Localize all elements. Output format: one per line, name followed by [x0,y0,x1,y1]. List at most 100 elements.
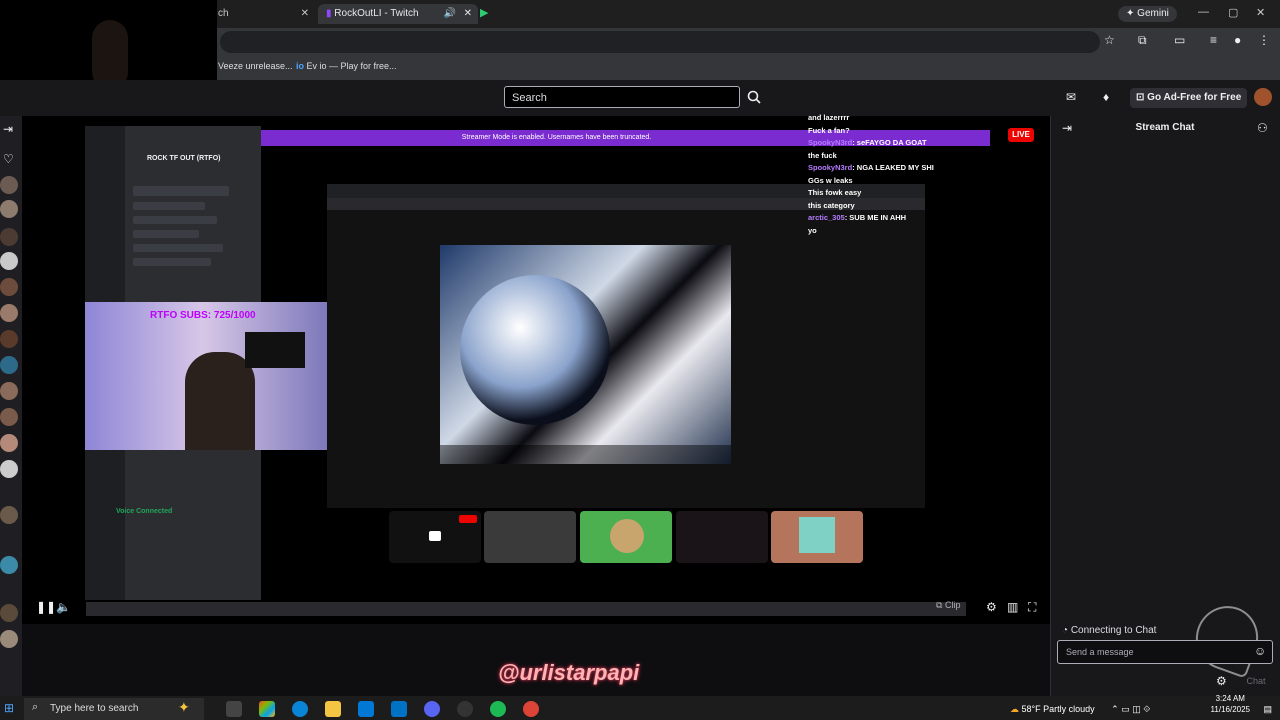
bookmark-item[interactable]: io Ev io — Play for free... [296,61,397,71]
tray-icons[interactable]: ⌃ ▭ ◫ ⟐ [1111,704,1150,714]
bookmark-item[interactable]: Veeze unrelease... [218,61,293,71]
user-avatar[interactable] [1254,88,1272,106]
bookmark-star-icon[interactable]: ☆ [1104,33,1115,47]
channel-avatar[interactable] [0,200,18,218]
tab-title: RockOutLI - Twitch [334,8,419,19]
clock-time: 3:24 AM [1215,694,1245,703]
overlay-chat-line: this category [808,200,855,210]
channel-avatar[interactable] [0,382,18,400]
speaker-icon[interactable]: 🔊 [444,4,456,24]
new-tab-icon[interactable]: ▶ [480,6,494,20]
theatre-mode-icon[interactable]: ▥ [1007,600,1018,614]
discord-tile-user [676,511,768,563]
overlay-chat-line: This fowk easy [808,188,862,197]
overlay-chat-line: the fuck [808,150,837,160]
overlay-chat-line: SpookyN3rd: seFAYGO DA GOAT [808,138,927,147]
taskbar-search[interactable]: Type here to search [24,698,204,720]
live-badge: LIVE [1008,128,1034,142]
heart-icon[interactable]: ♡ [3,152,14,166]
volume-icon[interactable]: 🔈 [56,600,71,614]
channel-avatar[interactable] [0,556,18,574]
expand-rail-icon[interactable]: ⇥ [3,122,13,136]
close-window-icon[interactable]: ✕ [1256,6,1265,19]
clip-button[interactable]: ⧉ Clip [936,600,960,611]
address-bar[interactable] [220,31,1100,53]
extensions-icon[interactable]: ⧉ [1138,33,1147,48]
channel-avatar[interactable] [0,356,18,374]
browser-tab[interactable]: ch ✕ [210,4,315,24]
go-ad-free-button[interactable]: ⊡ Go Ad-Free for Free [1130,88,1248,108]
chat-message-input[interactable]: Send a message [1057,640,1273,664]
edge-icon[interactable] [292,701,308,717]
overlay-chat-line: SpookyN3rd: NGA LEAKED MY SHI [808,163,934,172]
obs-icon[interactable] [457,701,473,717]
fullscreen-icon[interactable]: ⛶ [1028,600,1036,615]
inbox-icon[interactable]: ✉ [1066,90,1076,104]
store-icon[interactable] [358,701,374,717]
channel-avatar[interactable] [0,252,18,270]
browser-tab-active[interactable]: ▮ RockOutLI - Twitch 🔊 ✕ [318,4,478,24]
channel-avatar[interactable] [0,176,18,194]
chat-send-button[interactable]: Chat [1242,674,1270,688]
maximize-icon[interactable]: ▢ [1228,6,1238,19]
channel-avatar[interactable] [0,228,18,246]
channel-avatar[interactable] [0,630,18,648]
channel-avatar[interactable] [0,434,18,452]
task-view-icon[interactable] [226,701,242,717]
live-mini-badge [459,515,477,523]
close-tab-icon[interactable]: ✕ [464,4,472,24]
channel-avatar[interactable] [0,506,18,524]
search-button[interactable] [742,86,766,108]
clip-label: Clip [944,600,961,610]
settings-gear-icon[interactable]: ⚙ [986,600,997,614]
discord-tile-user [484,511,576,563]
chat-settings-icon[interactable]: ⚙ [1216,674,1227,688]
channel-avatar[interactable] [0,460,18,478]
screen-share-icon [429,531,441,541]
taskbar-app-icon[interactable] [259,701,275,717]
clock-date: 11/16/2025 [1210,705,1250,714]
sub-goal-label: RTFO SUBS: 725/1000 [150,310,256,321]
spinner-icon: ◔ [1062,625,1069,636]
file-explorer-icon[interactable] [325,701,341,717]
gemini-label: Gemini [1137,8,1169,19]
outlook-icon[interactable] [391,701,407,717]
channel-avatar[interactable] [0,604,18,622]
clock[interactable]: 3:24 AM 11/16/2025 [1211,693,1250,715]
overlay-chat-line: arctic_305: SUB ME IN AHH [808,213,907,222]
bing-sparkle-icon[interactable]: ✦ [178,699,190,716]
menu-icon[interactable]: ≡ [1210,33,1217,47]
captured-taskbar [86,602,966,616]
discord-icon[interactable] [424,701,440,717]
gemini-button[interactable]: ✦ Gemini [1118,6,1177,22]
user-avatar-square [799,517,835,553]
cast-icon[interactable]: ▭ [1174,33,1185,47]
channel-avatar[interactable] [0,408,18,426]
close-tab-icon[interactable]: ✕ [301,4,309,24]
overlay-chat-line: yo [808,225,817,235]
channel-avatar[interactable] [0,278,18,296]
windows-start-icon[interactable]: ⊞ [4,701,14,715]
spotify-icon[interactable] [490,701,506,717]
search-icon [747,90,761,104]
discord-server-name: ROCK TF OUT (RTFO) [147,155,221,162]
ad-free-icon: ⊡ [1136,92,1145,103]
channel-avatar[interactable] [0,330,18,348]
emote-icon[interactable]: ☺ [1254,644,1266,658]
minimize-icon[interactable]: — [1198,6,1209,18]
notification-icon[interactable]: ▤ [1263,698,1272,720]
profile-icon[interactable]: ● [1234,33,1241,47]
community-icon[interactable]: ⚇ [1257,121,1268,135]
more-icon[interactable]: ⋮ [1258,33,1270,47]
search-input[interactable]: Search [504,86,740,108]
prime-crown-icon[interactable]: ♦ [1103,90,1109,104]
discord-channel-list [133,180,253,290]
io-icon: io [296,61,304,71]
go-ad-free-label: Go Ad-Free for Free [1147,92,1242,103]
pause-icon[interactable]: ❚❚ [36,600,56,614]
discord-tile-user [580,511,672,563]
stream-chat-title: Stream Chat [1135,122,1195,133]
channel-avatar[interactable] [0,304,18,322]
chrome-icon[interactable] [523,701,539,717]
discord-tile-user [771,511,863,563]
